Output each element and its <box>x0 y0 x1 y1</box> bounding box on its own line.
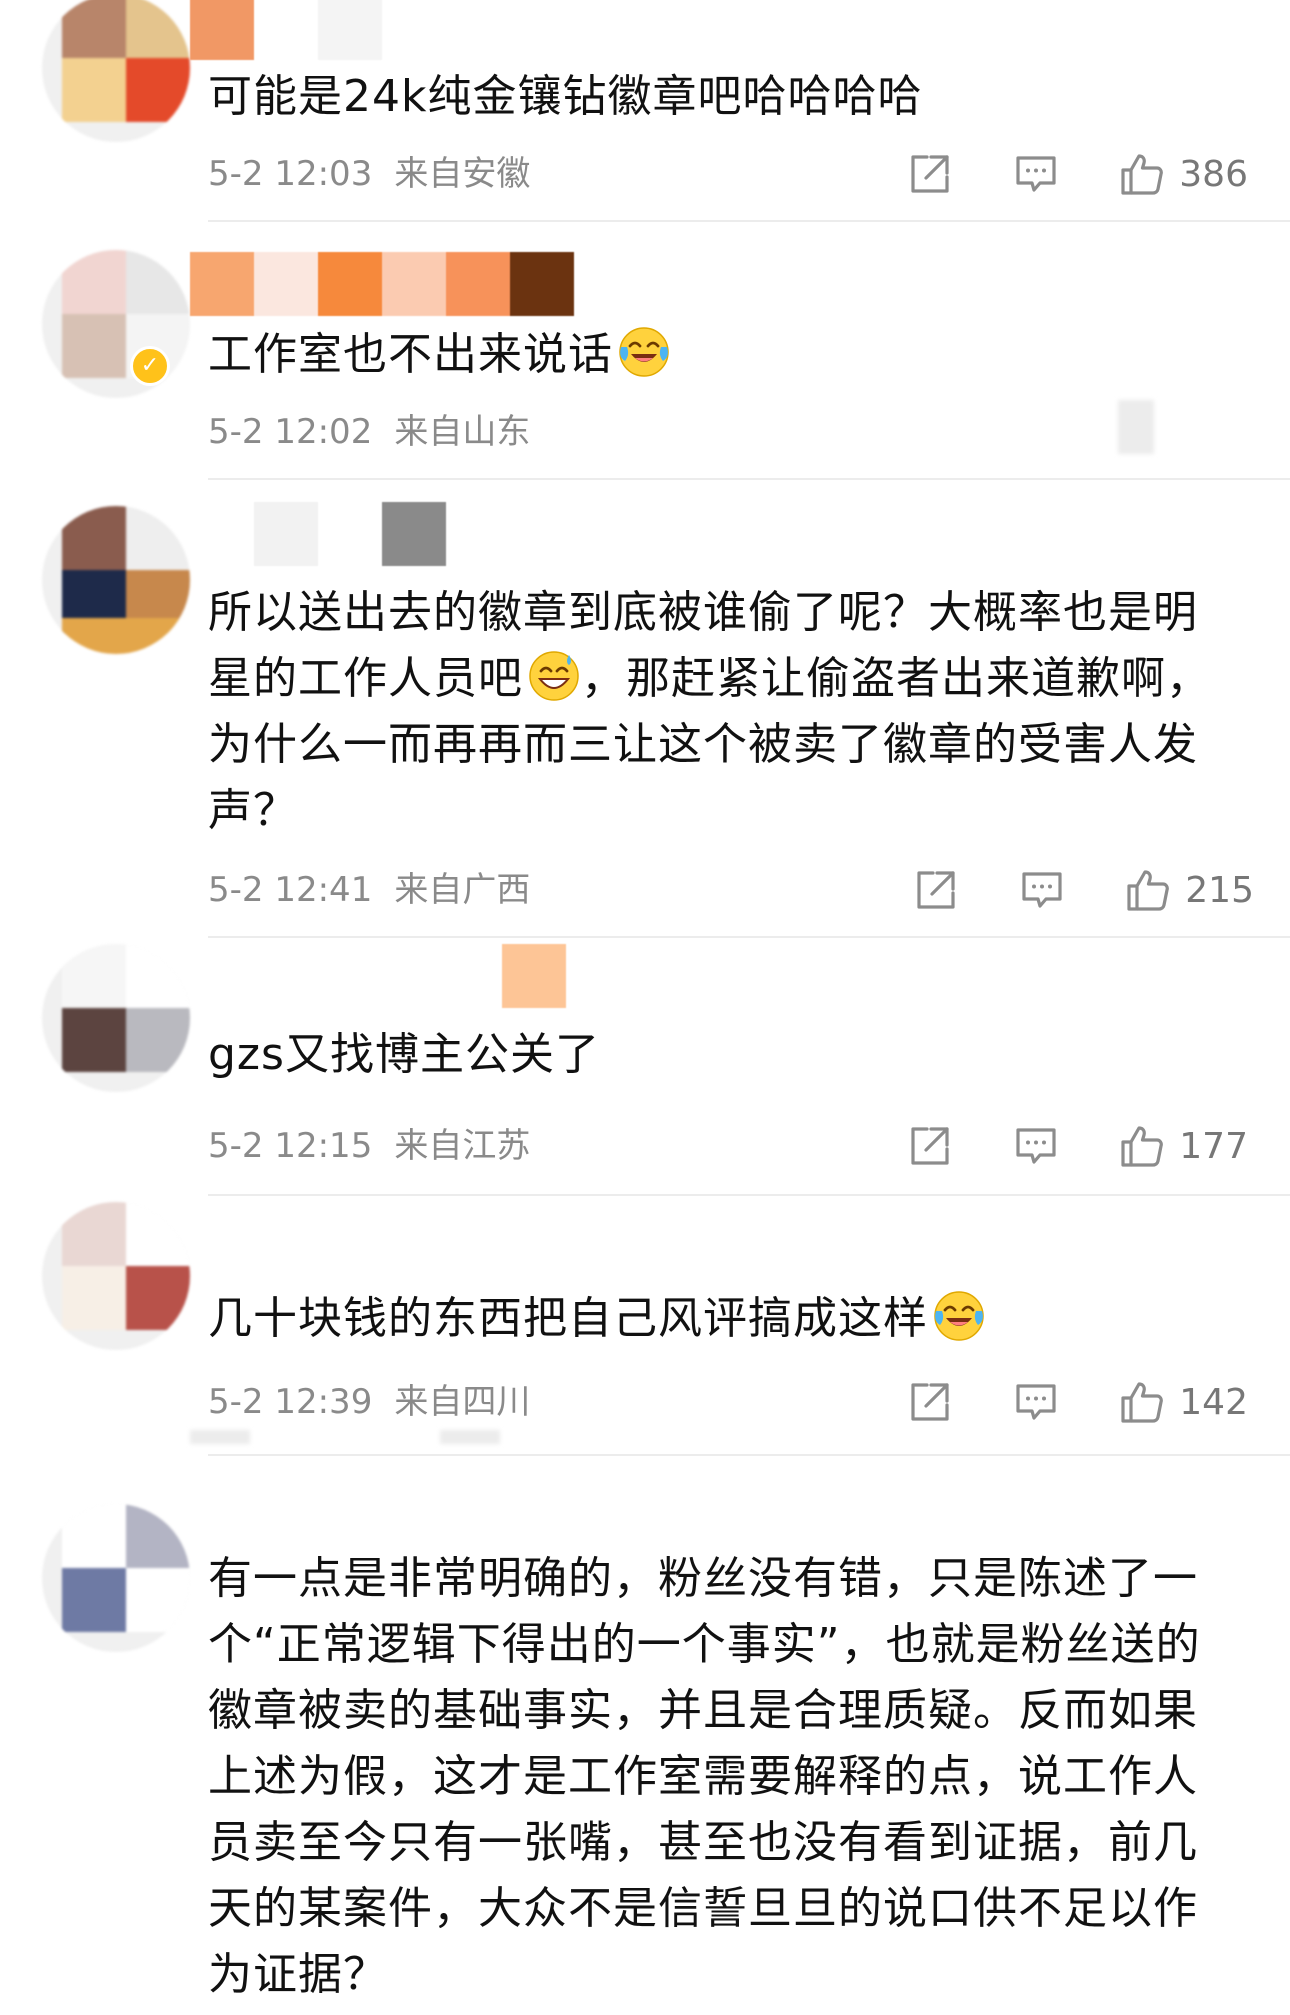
comment-text: gzs又找博主公关了 <box>208 1029 600 1080</box>
comment-text: 几十块钱的东西把自己风评搞成这样 <box>208 1286 1228 1352</box>
comment-meta: 5-2 12:41 来自广西 <box>208 870 530 910</box>
crying-laughing-face-icon <box>932 1289 986 1343</box>
username-redacted[interactable] <box>190 252 574 316</box>
like-button[interactable]: 142 <box>1119 1379 1248 1425</box>
comment-actions: 386 <box>847 147 1248 201</box>
avatar[interactable] <box>42 944 190 1092</box>
comment-meta: 5-2 12:02 来自山东 <box>208 412 530 452</box>
comment-meta: 5-2 12:15 来自江苏 <box>208 1126 530 1166</box>
like-count: 177 <box>1179 1125 1248 1167</box>
like-count: 386 <box>1179 153 1248 195</box>
comment-actions: 142 <box>847 1375 1248 1429</box>
comment-time: 5-2 12:02 <box>208 412 373 452</box>
like-count: 142 <box>1179 1381 1248 1423</box>
comment-icon[interactable] <box>1013 1123 1059 1169</box>
redacted-actions <box>1118 400 1154 454</box>
comment-location: 来自安徽 <box>394 154 531 194</box>
comment-text: 工作室也不出来说话 <box>208 322 1228 388</box>
comment-time: 5-2 12:41 <box>208 870 373 910</box>
username-redacted[interactable] <box>190 0 382 60</box>
comment-actions: 177 <box>847 1119 1248 1173</box>
comment-icon[interactable] <box>1019 867 1065 913</box>
share-icon[interactable] <box>907 1379 953 1425</box>
username-redacted[interactable] <box>502 944 566 1008</box>
redacted-bar <box>190 1430 250 1444</box>
comment-text: 可能是24k纯金镶钻徽章吧哈哈哈哈 <box>208 71 923 122</box>
comment-item: 几十块钱的东西把自己风评搞成这样 5-2 12:39 来自四川 142 <box>0 1196 1290 1456</box>
thumbs-up-icon[interactable] <box>1125 867 1171 913</box>
share-icon[interactable] <box>913 867 959 913</box>
like-button[interactable]: 177 <box>1119 1123 1248 1169</box>
comment-item: 所以送出去的徽章到底被谁偷了呢？大概率也是明星的工作人员吧 ，那赶紧让偷盗者出来道… <box>0 480 1290 938</box>
verified-badge-icon: ✓ <box>130 346 170 386</box>
comment-actions: 215 <box>853 863 1254 917</box>
avatar[interactable] <box>42 1504 190 1652</box>
avatar[interactable] <box>42 0 190 142</box>
username-redacted[interactable] <box>190 502 446 566</box>
comment-item: gzs又找博主公关了 5-2 12:15 来自江苏 177 <box>0 938 1290 1196</box>
comment-icon[interactable] <box>1013 151 1059 197</box>
comment-location: 来自广西 <box>394 870 531 910</box>
share-icon[interactable] <box>907 151 953 197</box>
grinning-sweat-face-icon <box>527 649 581 703</box>
comment-time: 5-2 12:15 <box>208 1126 373 1166</box>
comment-meta: 5-2 12:39 来自四川 <box>208 1382 530 1422</box>
like-count: 215 <box>1185 869 1254 911</box>
comment-icon[interactable] <box>1013 1379 1059 1425</box>
comment-location: 来自江苏 <box>394 1126 531 1166</box>
redacted-bar <box>440 1430 500 1444</box>
comment-time: 5-2 12:39 <box>208 1382 373 1422</box>
like-button[interactable]: 386 <box>1119 151 1248 197</box>
comment-feed: 可能是24k纯金镶钻徽章吧哈哈哈哈 5-2 12:03 来自安徽 386 ✓ 工… <box>0 0 1290 2015</box>
comment-time: 5-2 12:03 <box>208 154 373 194</box>
avatar[interactable] <box>42 250 190 398</box>
comment-item: 可能是24k纯金镶钻徽章吧哈哈哈哈 5-2 12:03 来自安徽 386 <box>0 0 1290 222</box>
thumbs-up-icon[interactable] <box>1119 1379 1165 1425</box>
avatar[interactable] <box>42 506 190 654</box>
comment-meta: 5-2 12:03 来自安徽 <box>208 154 530 194</box>
like-button[interactable]: 215 <box>1125 867 1254 913</box>
comment-item: 有一点是非常明确的，粉丝没有错，只是陈述了一个“正常逻辑下得出的一个事实”，也就… <box>0 1456 1290 2015</box>
comment-text: 所以送出去的徽章到底被谁偷了呢？大概率也是明星的工作人员吧 ，那赶紧让偷盗者出来道… <box>208 587 1211 836</box>
avatar[interactable] <box>42 1202 190 1350</box>
comment-location: 来自山东 <box>394 412 531 452</box>
comment-text: 有一点是非常明确的，粉丝没有错，只是陈述了一个“正常逻辑下得出的一个事实”，也就… <box>208 1553 1201 2000</box>
crying-laughing-face-icon <box>617 325 671 379</box>
comment-location: 来自四川 <box>394 1382 531 1422</box>
share-icon[interactable] <box>907 1123 953 1169</box>
comment-item: ✓ 工作室也不出来说话 5-2 12:02 来自山东 <box>0 222 1290 480</box>
thumbs-up-icon[interactable] <box>1119 151 1165 197</box>
thumbs-up-icon[interactable] <box>1119 1123 1165 1169</box>
